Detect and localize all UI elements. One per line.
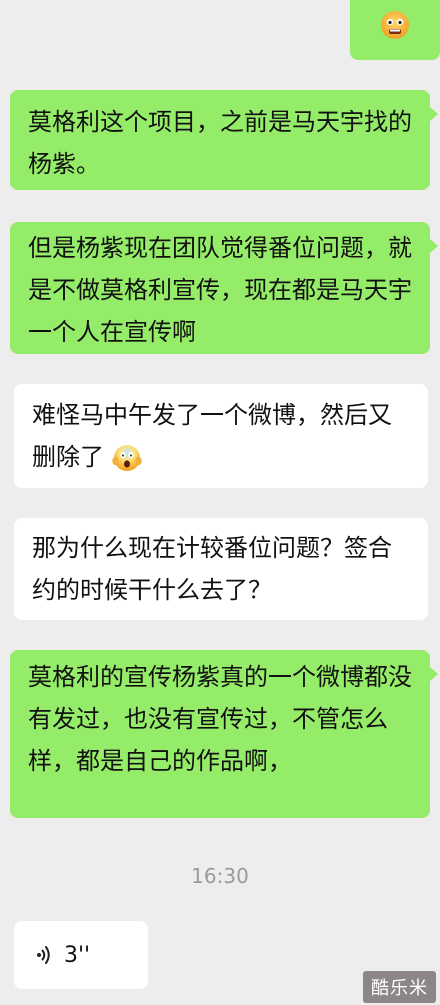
- message-bubble-me[interactable]: 莫格利的宣传杨紫真的一个微博都没有发过，也没有宣传过，不管怎么样，都是自己的作品…: [10, 650, 438, 818]
- voice-message-bubble[interactable]: 3'': [14, 921, 148, 989]
- message-bubble-me[interactable]: 但是杨紫现在团队觉得番位问题，就是不做莫格利宣传，现在都是马天宇一个人在宣传啊: [10, 222, 438, 354]
- watermark-text: 酷乐米: [371, 978, 428, 999]
- screaming-face-icon: [111, 445, 142, 471]
- message-bubble-emoji[interactable]: [350, 0, 440, 60]
- message-bubble-me[interactable]: 莫格利这个项目，之前是马天宇找的杨紫。: [10, 90, 438, 190]
- message-text: 那为什么现在计较番位问题？签合约的时候干什么去了？: [32, 534, 392, 604]
- frowning-face-icon: [381, 11, 409, 39]
- message-text: 但是杨紫现在团队觉得番位问题，就是不做莫格利宣传，现在都是马天宇一个人在宣传啊: [28, 234, 412, 346]
- voice-duration: 3'': [64, 942, 91, 968]
- voice-wave-icon: [37, 946, 50, 964]
- message-timestamp: 16:30: [191, 864, 249, 888]
- message-text: 难怪马中午发了一个微博，然后又删除了: [32, 401, 392, 471]
- message-text: 莫格利的宣传杨紫真的一个微博都没有发过，也没有宣传过，不管怎么样，都是自己的作品…: [28, 663, 412, 775]
- message-text: 莫格利这个项目，之前是马天宇找的杨紫。: [28, 108, 412, 178]
- message-bubble-other[interactable]: 那为什么现在计较番位问题？签合约的时候干什么去了？: [14, 518, 428, 620]
- watermark-logo: 酷乐米: [363, 971, 436, 1003]
- message-bubble-other[interactable]: 难怪马中午发了一个微博，然后又删除了: [14, 384, 428, 488]
